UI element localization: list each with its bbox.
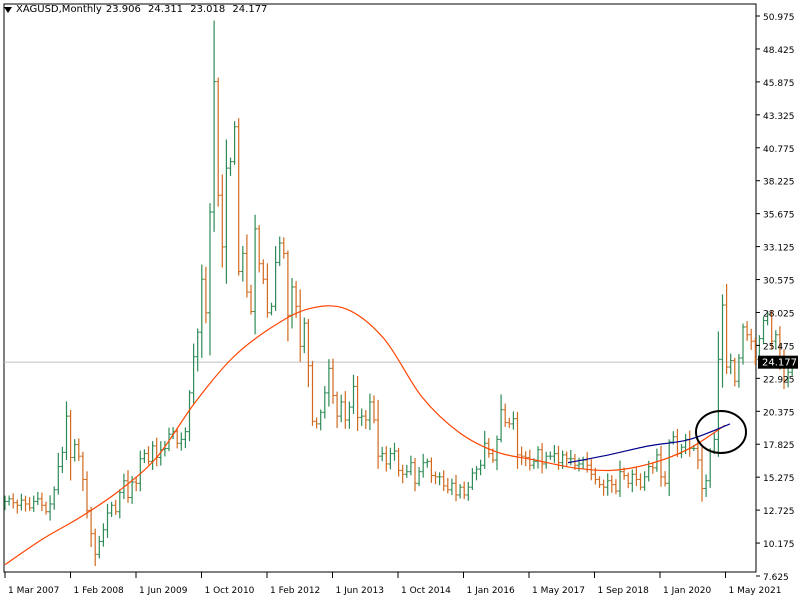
chart-area[interactable]: 50.975 48.425 45.875 43.325 40.775 38.225 35.6… xyxy=(0,0,800,600)
symbol-header: XAGUSD,Monthly 23.906 24.311 23.018 24.1… xyxy=(4,4,271,15)
y-tick-label: 17.825 xyxy=(763,441,795,451)
y-tick-label: 35.675 xyxy=(763,211,795,221)
low-value: 23.018 xyxy=(190,4,226,15)
y-tick-label: 15.275 xyxy=(763,474,795,484)
high-value: 24.311 xyxy=(148,4,184,15)
y-tick-label: 50.975 xyxy=(763,13,795,23)
y-tick-label: 38.225 xyxy=(763,178,795,188)
y-tick-label: 43.325 xyxy=(763,112,795,122)
x-tick-label: 1 Jun 2013 xyxy=(336,586,384,596)
x-tick-label: 1 Oct 2014 xyxy=(401,586,451,596)
price-label: 24.177 xyxy=(762,358,797,369)
x-tick-label: 1 Oct 2010 xyxy=(205,586,255,596)
x-tick-label: 1 Mar 2007 xyxy=(8,586,59,596)
price-axis[interactable]: 50.975 48.425 45.875 43.325 40.775 38.225 35.6… xyxy=(756,13,795,583)
y-tick-label: 7.625 xyxy=(763,573,789,583)
x-tick-label: 1 May 2017 xyxy=(532,586,585,596)
symbol-label: XAGUSD,Monthly xyxy=(16,4,102,15)
chart-svg[interactable]: 50.975 48.425 45.875 43.325 40.775 38.225 35.6… xyxy=(0,0,800,600)
y-tick-label: 20.375 xyxy=(763,408,795,418)
y-tick-label: 12.725 xyxy=(763,507,795,517)
y-tick-label: 25.475 xyxy=(763,342,795,352)
y-tick-label: 45.875 xyxy=(763,79,795,89)
x-tick-label: 1 May 2021 xyxy=(729,586,782,596)
x-tick-label: 1 Feb 2012 xyxy=(270,586,320,596)
y-tick-label: 30.575 xyxy=(763,277,795,287)
y-tick-label: 33.125 xyxy=(763,244,795,254)
ohlc-bar xyxy=(761,316,766,345)
x-tick-label: 1 Jan 2020 xyxy=(663,586,711,596)
close-value: 24.177 xyxy=(232,4,268,15)
y-tick-label: 10.175 xyxy=(763,540,795,550)
time-axis[interactable]: 1 Mar 2007 1 Feb 2008 1 Jun 2009 1 Oct 2010… xyxy=(4,572,782,596)
triangle-down-icon[interactable] xyxy=(4,7,12,13)
x-tick-label: 1 Jun 2009 xyxy=(139,586,188,596)
ohlc-values: 23.906 24.311 23.018 24.177 xyxy=(106,4,272,15)
y-tick-label: 40.775 xyxy=(763,145,795,155)
x-tick-label: 1 Feb 2008 xyxy=(74,586,125,596)
y-tick-label: 48.425 xyxy=(763,46,795,56)
y-tick-label: 22.925 xyxy=(763,375,795,385)
price-label-box: 24.177 xyxy=(758,355,798,369)
open-value: 23.906 xyxy=(105,4,141,15)
y-tick-label: 28.025 xyxy=(763,309,795,319)
x-tick-label: 1 Jan 2016 xyxy=(467,586,515,596)
x-tick-label: 1 Sep 2018 xyxy=(598,586,650,596)
